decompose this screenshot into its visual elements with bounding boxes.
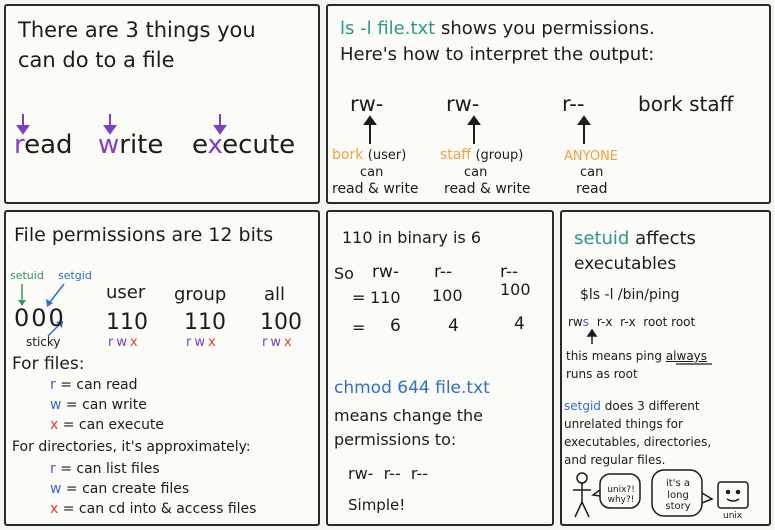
execute-word: execute (192, 132, 295, 158)
dec-col-3: 4 (514, 314, 525, 334)
panel-interpret-output: ls -l file.txt shows you permissions. He… (326, 4, 771, 204)
read-word: read (14, 132, 73, 158)
means-line-1: means change the (334, 406, 484, 425)
dirs-text: = can cd into & access files (62, 501, 257, 517)
files-item-x: x = can execute (50, 418, 164, 432)
group-read-write: read & write (444, 181, 531, 197)
for-dirs-heading: For directories, it's approximately: (12, 439, 251, 455)
write-rest: rite (119, 130, 164, 160)
bin-col-2: 100 (432, 286, 463, 305)
dec-col-2: 4 (448, 316, 459, 336)
files-item-r: r = can read (50, 378, 138, 392)
perm-col-3: r-- (500, 262, 519, 282)
read-first-letter: r (14, 130, 25, 160)
all-bits-label: all (264, 284, 286, 305)
perm-col-2: r-- (434, 262, 453, 282)
bubble-long-story: it's a long story (665, 478, 691, 512)
group-name: staff (440, 147, 472, 163)
eq-1: = (352, 288, 366, 307)
user-tag: (user) (367, 148, 407, 163)
read-rest: ead (24, 130, 73, 160)
files-text: = can execute (62, 417, 165, 433)
special-bits: 000 (14, 304, 66, 332)
other-read: read (576, 181, 608, 197)
dirs-item-x: x = can cd into & access files (50, 502, 256, 516)
perm-arrows (363, 115, 591, 144)
user-read-write: read & write (332, 181, 419, 197)
user-label: bork (user) (332, 148, 406, 162)
panel-chmod: 110 in binary is 6 So rw- r-- r-- = 110 … (326, 210, 554, 526)
dirs-letter: x (50, 501, 59, 517)
other-can: can (580, 165, 604, 180)
binary-line: 110 in binary is 6 (342, 228, 482, 247)
for-files-heading: For files: (12, 354, 85, 374)
all-bits: 100 (260, 310, 302, 335)
user-rwx: rwx (108, 336, 141, 349)
dirs-item-w: w = can create files (50, 482, 189, 496)
files-letter: w (50, 397, 62, 413)
panel-12-bits: File permissions are 12 bits setuid setg… (4, 210, 320, 526)
bin-col-1: 110 (370, 288, 401, 307)
rwx-w: w (116, 335, 130, 350)
rwx-w: w (270, 335, 284, 350)
group-rwx: rwx (186, 336, 219, 349)
files-text: = can read (60, 377, 138, 393)
action-arrows (16, 114, 227, 135)
write-first-letter: w (98, 130, 120, 160)
group-label: staff (group) (440, 148, 523, 162)
execute-rest: ecute (222, 130, 296, 160)
files-letter: r (50, 377, 56, 393)
means-line-2: permissions to: (334, 430, 457, 449)
user-bits: 110 (106, 310, 148, 335)
dirs-letter: w (50, 481, 62, 497)
unix-label: unix (723, 511, 743, 521)
execute-x-letter: x (207, 130, 223, 160)
dirs-letter: r (50, 461, 56, 477)
dirs-item-r: r = can list files (50, 462, 160, 476)
bubble-unix-why: unix?! why?! (607, 485, 635, 505)
execute-prefix: e (192, 130, 208, 160)
chmod-command: chmod 644 file.txt (334, 378, 490, 398)
rwx-x: x (130, 335, 141, 350)
so-label: So (334, 264, 354, 283)
panel-three-actions: There are 3 things you can do to a file … (4, 4, 320, 204)
panel-setuid: setuid affects executables $ls -l /bin/p… (560, 210, 771, 526)
files-text: = can write (65, 397, 147, 413)
dirs-text: = can list files (60, 461, 160, 477)
result-perms: rw- r-- r-- (348, 464, 428, 483)
dec-col-1: 6 (390, 316, 401, 336)
eq-2: = (352, 318, 366, 337)
dirs-text: = can create files (65, 481, 190, 497)
write-word: write (98, 132, 163, 158)
perm-col-1: rw- (372, 262, 400, 282)
files-item-w: w = can write (50, 398, 147, 412)
rwx-x: x (208, 335, 219, 350)
user-bits-label: user (106, 282, 146, 303)
sticky-label: sticky (26, 335, 61, 349)
group-bits: 110 (184, 310, 226, 335)
other-name: ANYONE (564, 149, 619, 164)
group-tag: (group) (475, 148, 524, 163)
user-name: bork (332, 147, 364, 163)
user-can: can (360, 165, 384, 180)
rwx-x: x (284, 335, 295, 350)
simple-text: Simple! (348, 496, 406, 514)
bin-col-3: 100 (500, 280, 531, 299)
group-can: can (464, 165, 488, 180)
files-letter: x (50, 417, 59, 433)
group-bits-label: group (174, 284, 227, 305)
rwx-w: w (194, 335, 208, 350)
all-rwx: rwx (262, 336, 295, 349)
